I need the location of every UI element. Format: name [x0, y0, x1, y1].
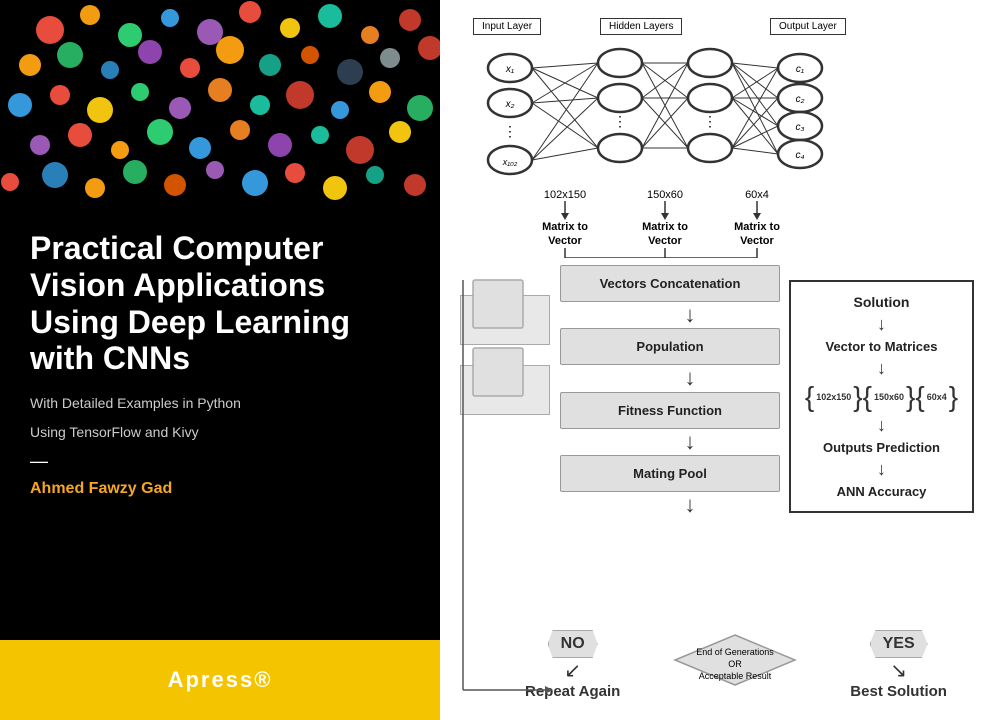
population-box: Population — [560, 328, 780, 365]
publisher-strip: Apress® — [0, 640, 440, 720]
bracket-left-2: { — [863, 383, 872, 411]
vector-to-matrices: Vector to Matrices — [826, 339, 938, 354]
svg-text:60x4: 60x4 — [745, 189, 769, 201]
solution-arrow3: ↓ — [877, 415, 886, 436]
svg-text:Vector: Vector — [740, 235, 774, 247]
yes-arrow: ↘ — [890, 658, 907, 683]
solution-panel: Solution ↓ Vector to Matrices ↓ { 102x15… — [789, 280, 974, 513]
dim-1: 102x150 — [814, 392, 853, 402]
book-divider: — — [30, 451, 410, 472]
arrow-1: ↓ — [560, 302, 820, 328]
end-gen-area: End of Generations OR Acceptable Result — [670, 630, 800, 690]
solution-title: Solution — [854, 294, 910, 310]
book-author: Ahmed Fawzy Gad — [30, 480, 410, 498]
svg-text:⋮: ⋮ — [613, 113, 627, 129]
solution-arrow1: ↓ — [877, 314, 886, 335]
bracket-left-1: { — [805, 383, 814, 411]
book-title: Practical Computer Vision Applications U… — [30, 230, 410, 377]
solution-arrow2: ↓ — [877, 358, 886, 379]
yes-branch: YES ↘ Best Solution — [850, 630, 947, 700]
svg-text:Matrix to: Matrix to — [542, 221, 588, 233]
svg-text:Matrix to: Matrix to — [734, 221, 780, 233]
svg-text:150x60: 150x60 — [647, 189, 683, 201]
diagram-panel: Input Layer Hidden Layers Output Layer x… — [440, 0, 982, 720]
fitness-box: Fitness Function — [560, 392, 780, 429]
svg-text:Matrix to: Matrix to — [642, 221, 688, 233]
bracket-right-1: } — [853, 383, 862, 411]
dots-decoration — [0, 0, 440, 210]
svg-text:Vector: Vector — [548, 235, 582, 247]
book-subtitle-line1: With Detailed Examples in Python — [30, 393, 410, 414]
arrow-4: ↓ — [560, 492, 820, 518]
no-arrow: ↙ — [564, 658, 581, 683]
left-flow-box2 — [460, 365, 550, 415]
yes-label: YES — [870, 630, 928, 658]
arrow-2: ↓ — [560, 365, 820, 391]
dim-3: 60x4 — [925, 392, 949, 402]
svg-text:⋮: ⋮ — [503, 123, 517, 139]
nn-diagram-area: Input Layer Hidden Layers Output Layer x… — [455, 8, 977, 268]
matrices-row: { 102x150 } { 150x60 } { 60x4 } — [805, 383, 958, 411]
svg-text:Vector: Vector — [648, 235, 682, 247]
bottom-flow: NO ↙ Repeat Again End of Generations OR … — [500, 630, 972, 700]
svg-text:⋮: ⋮ — [703, 113, 717, 129]
no-label: NO — [548, 630, 598, 658]
bracket-right-2: } — [906, 383, 915, 411]
outputs-prediction: Outputs Prediction — [823, 440, 940, 455]
bracket-right-3: } — [949, 383, 958, 411]
publisher-logo: Apress® — [168, 667, 273, 693]
dim-2: 150x60 — [872, 392, 906, 402]
svg-text:x₁: x₁ — [505, 64, 514, 75]
svg-text:c₁: c₁ — [796, 64, 804, 75]
repeat-label: Repeat Again — [525, 683, 620, 700]
svg-text:End of Generations: End of Generations — [697, 647, 775, 657]
svg-text:c₃: c₃ — [796, 122, 805, 133]
svg-text:x₂: x₂ — [505, 99, 515, 110]
main-flowchart: Vectors Concatenation ↓ Population ↓ Fit… — [560, 265, 820, 519]
svg-text:c₄: c₄ — [795, 150, 804, 161]
book-subtitle-line2: Using TensorFlow and Kivy — [30, 422, 410, 443]
left-flow-box — [460, 295, 550, 345]
no-branch: NO ↙ Repeat Again — [525, 630, 620, 700]
svg-text:102x150: 102x150 — [544, 189, 586, 201]
svg-text:x₁₀₂: x₁₀₂ — [502, 157, 518, 167]
svg-text:Acceptable Result: Acceptable Result — [699, 671, 772, 681]
ann-accuracy: ANN Accuracy — [837, 484, 927, 499]
svg-text:c₂: c₂ — [796, 94, 805, 105]
best-label: Best Solution — [850, 683, 947, 700]
vectors-concat-box: Vectors Concatenation — [560, 265, 780, 302]
solution-arrow4: ↓ — [877, 459, 886, 480]
arrow-3: ↓ — [560, 429, 820, 455]
book-text-area: Practical Computer Vision Applications U… — [0, 210, 440, 538]
book-cover: Practical Computer Vision Applications U… — [0, 0, 440, 720]
svg-text:OR: OR — [729, 659, 743, 669]
mating-box: Mating Pool — [560, 455, 780, 492]
bracket-left-3: { — [915, 383, 924, 411]
